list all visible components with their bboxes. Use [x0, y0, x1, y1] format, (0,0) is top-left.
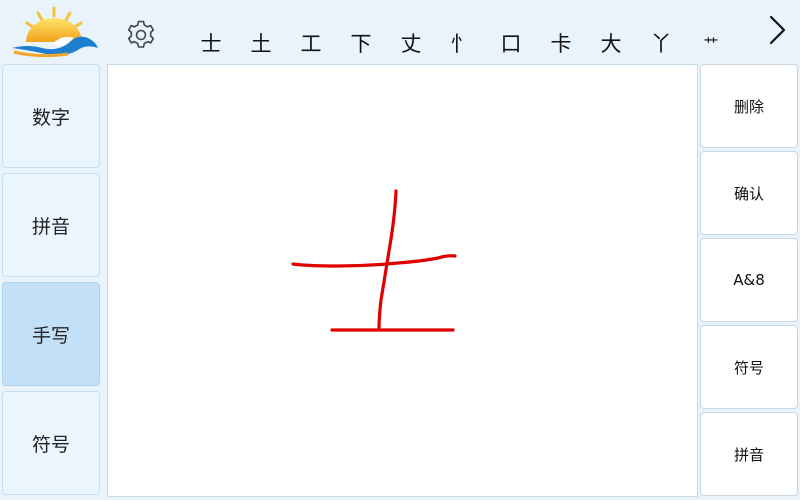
stroke-horizontal-top [291, 254, 457, 268]
pinyin-button[interactable]: 拼音 [700, 412, 798, 496]
chevron-right-icon[interactable] [760, 12, 794, 48]
candidate-1[interactable]: 士 [186, 26, 236, 62]
candidate-10[interactable]: 丫 [636, 26, 686, 62]
symbols-button[interactable]: 符号 [700, 325, 798, 409]
candidate-11[interactable]: 艹 [686, 26, 736, 62]
alphanumeric-button[interactable]: A&8 [700, 238, 798, 322]
delete-button[interactable]: 删除 [700, 64, 798, 148]
candidate-9[interactable]: 大 [586, 26, 636, 62]
candidate-5[interactable]: 丈 [386, 26, 436, 62]
sun-cloud-logo-icon [12, 6, 98, 58]
mode-handwriting-button[interactable]: 手写 [2, 282, 100, 386]
handwriting-keyboard: 士 土 工 下 丈 忄 口 卡 大 丫 艹 数字 拼音 手写 符号 删除 确认 … [0, 0, 800, 500]
gear-icon[interactable] [124, 18, 158, 52]
handwriting-canvas[interactable] [107, 64, 698, 497]
candidate-6[interactable]: 忄 [436, 26, 486, 62]
stroke-vertical [377, 189, 398, 331]
candidate-2[interactable]: 土 [236, 26, 286, 62]
candidate-bar: 士 土 工 下 丈 忄 口 卡 大 丫 艹 [0, 0, 800, 62]
candidate-4[interactable]: 下 [336, 26, 386, 62]
handwriting-strokes [291, 189, 457, 332]
candidate-7[interactable]: 口 [486, 26, 536, 62]
candidate-8[interactable]: 卡 [536, 26, 586, 62]
mode-pinyin-button[interactable]: 拼音 [2, 173, 100, 277]
candidate-3[interactable]: 工 [286, 26, 336, 62]
confirm-button[interactable]: 确认 [700, 151, 798, 235]
mode-digits-button[interactable]: 数字 [2, 64, 100, 168]
mode-symbols-button[interactable]: 符号 [2, 391, 100, 495]
